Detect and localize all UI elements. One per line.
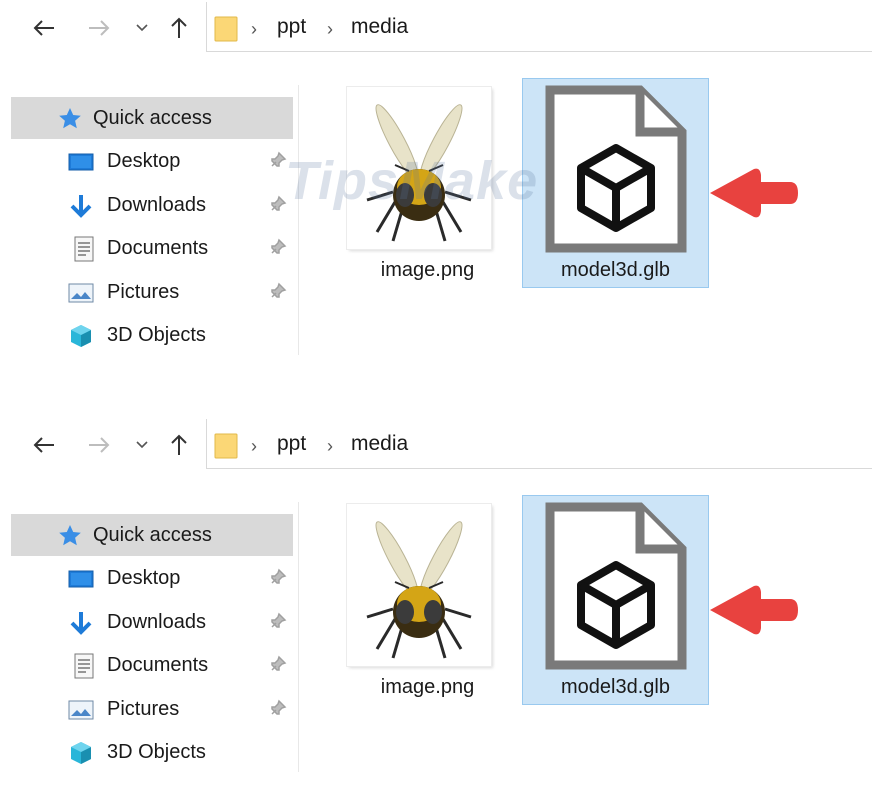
3d-objects-icon [71,325,91,347]
sidebar-item-label: Downloads [107,611,206,633]
pictures-icon [68,283,94,303]
red-arrow-annotation [710,168,798,218]
sidebar-item-label: 3D Objects [107,741,206,763]
sidebar-item-label: Desktop [107,150,181,172]
arrow-up-icon [171,434,187,455]
3d-model-file-icon [545,85,687,253]
sidebar-item-quick-access[interactable]: Quick access [11,97,293,139]
star-icon [59,525,81,546]
sidebar-item-label: Documents [107,237,209,259]
sidebar-item-documents[interactable]: Documents [0,644,293,686]
navigation-pane: Quick access Desktop Downloads Documents… [0,502,299,772]
up-button[interactable] [165,431,193,459]
explorer-panel: › ppt › media Quick access Desktop Downl… [0,417,872,801]
back-button[interactable] [30,14,58,42]
sidebar-item-label: Pictures [107,281,180,303]
pin-icon[interactable] [269,282,287,300]
forward-button[interactable] [85,14,113,42]
3d-objects-icon [71,742,91,764]
arrow-right-icon [89,437,110,453]
file-item-image[interactable]: image.png [334,495,521,705]
sidebar-item-desktop[interactable]: Desktop [0,557,293,599]
file-item-glb-selected[interactable]: model3d.glb [522,495,709,705]
breadcrumb-separator: › [327,19,333,39]
sidebar-item-3d-objects[interactable]: 3D Objects [0,314,293,356]
pin-icon[interactable] [269,655,287,673]
sidebar-item-documents[interactable]: Documents [0,227,293,269]
sidebar-item-label: 3D Objects [107,324,206,346]
sidebar-item-pictures[interactable]: Pictures [0,271,293,313]
address-bar[interactable]: › ppt › media [206,2,872,52]
sidebar-item-label: Documents [107,654,209,676]
pin-icon[interactable] [269,699,287,717]
file-name: image.png [380,676,475,698]
download-icon [70,195,92,218]
breadcrumb-ppt[interactable]: ppt [277,432,306,456]
sidebar-item-downloads[interactable]: Downloads [0,184,293,226]
arrow-left-icon [33,20,54,36]
sidebar-item-downloads[interactable]: Downloads [0,601,293,643]
explorer-panel: › ppt › media Quick access Desktop Downl… [0,0,872,384]
star-icon [59,108,81,129]
up-button[interactable] [165,14,193,42]
download-icon [70,612,92,635]
desktop-icon [68,570,94,588]
chevron-down-icon [136,24,148,32]
sidebar-item-label: Quick access [93,107,212,129]
sidebar-item-3d-objects[interactable]: 3D Objects [0,731,293,773]
pin-icon[interactable] [269,568,287,586]
red-arrow-annotation [710,585,798,635]
sidebar-item-desktop[interactable]: Desktop [0,140,293,182]
watermark: TipsMake [285,151,539,211]
file-name: model3d.glb [559,259,672,282]
documents-icon [74,236,94,262]
file-item-glb-selected[interactable]: model3d.glb [522,78,709,288]
breadcrumb-separator: › [251,19,257,39]
forward-button[interactable] [85,431,113,459]
sidebar-item-label: Pictures [107,698,180,720]
folder-icon [214,16,238,42]
breadcrumb-media[interactable]: media [351,432,408,456]
navigation-pane: Quick access Desktop Downloads Documents… [0,85,299,355]
back-button[interactable] [30,431,58,459]
address-bar[interactable]: › ppt › media [206,419,872,469]
breadcrumb-ppt[interactable]: ppt [277,15,306,39]
sidebar-item-label: Desktop [107,567,181,589]
breadcrumb-separator: › [251,436,257,456]
pin-icon[interactable] [269,612,287,630]
recent-locations-button[interactable] [130,431,154,459]
documents-icon [74,653,94,679]
breadcrumb-separator: › [327,436,333,456]
3d-model-file-icon [545,502,687,670]
pin-icon[interactable] [269,238,287,256]
arrow-up-icon [171,17,187,38]
file-name: image.png [380,259,475,281]
arrow-left-icon [33,437,54,453]
sidebar-item-pictures[interactable]: Pictures [0,688,293,730]
sidebar-item-label: Quick access [93,524,212,546]
file-name: model3d.glb [559,676,672,699]
arrow-right-icon [89,20,110,36]
bee-image [366,521,472,659]
sidebar-item-quick-access[interactable]: Quick access [11,514,293,556]
recent-locations-button[interactable] [130,14,154,42]
image-thumbnail [347,504,491,666]
chevron-down-icon [136,441,148,449]
folder-icon [214,433,238,459]
breadcrumb-media[interactable]: media [351,15,408,39]
desktop-icon [68,153,94,171]
pictures-icon [68,700,94,720]
sidebar-item-label: Downloads [107,194,206,216]
